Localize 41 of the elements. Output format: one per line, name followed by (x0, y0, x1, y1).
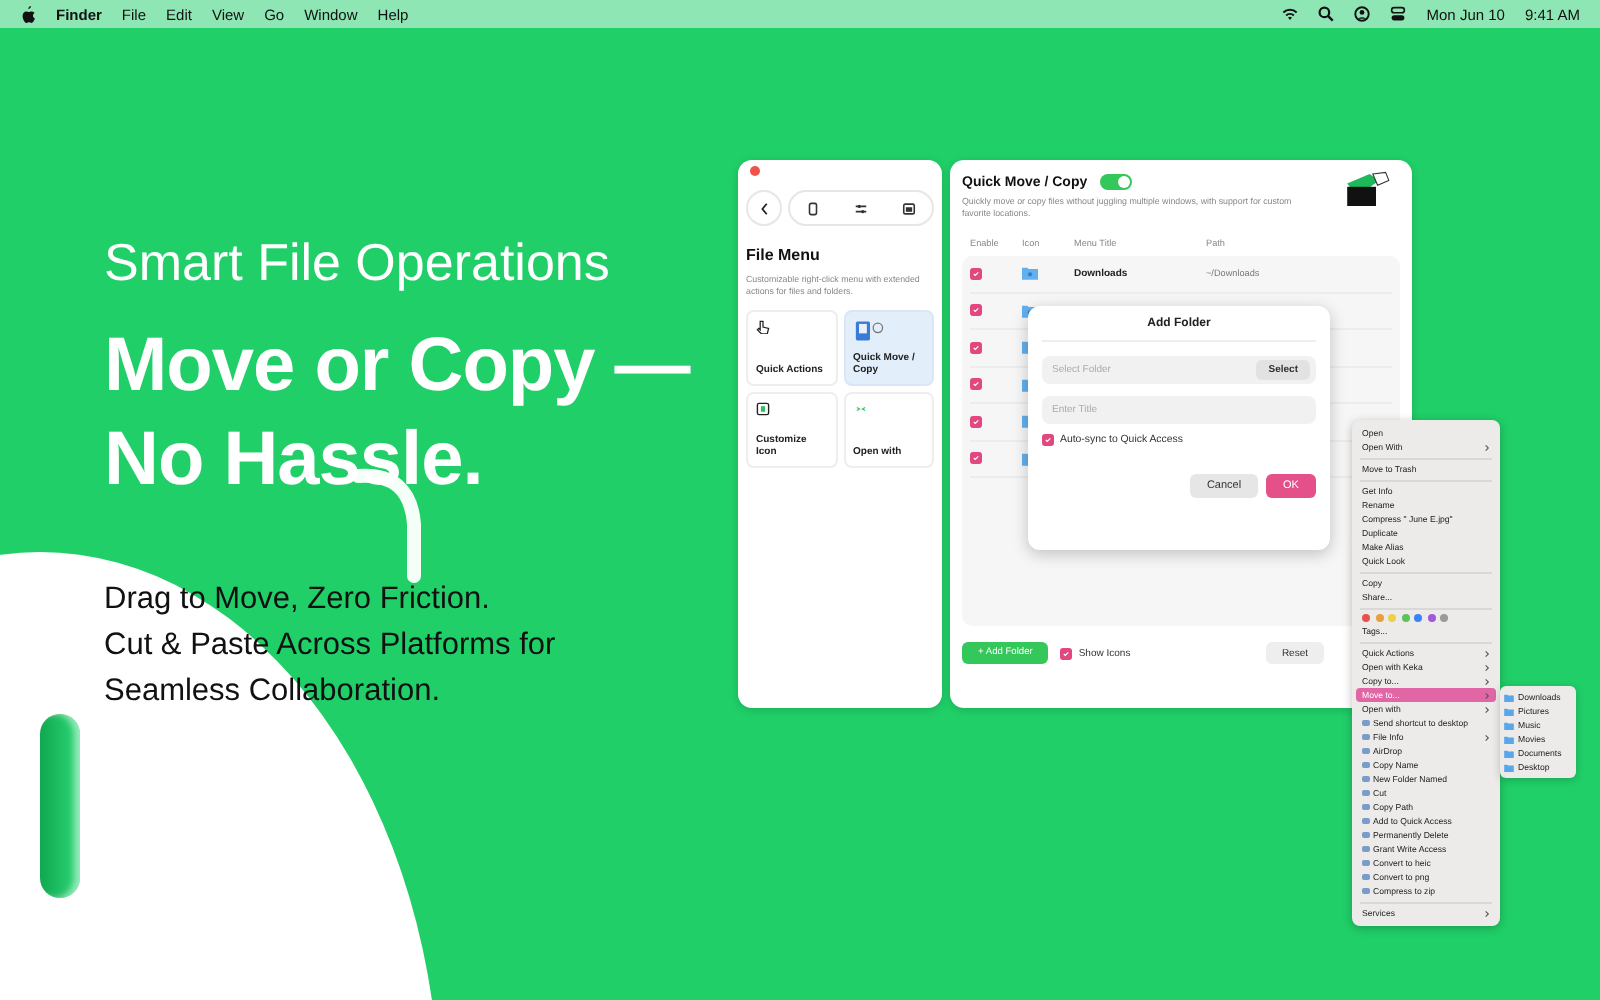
hero-title-line: Move or Copy — (104, 322, 690, 412)
framed-letter-icon (756, 402, 770, 416)
auto-sync-checkbox[interactable] (1042, 434, 1054, 446)
chevron-right-icon (1484, 909, 1490, 917)
chevron-right-icon (1484, 733, 1490, 741)
enable-checkbox[interactable] (970, 378, 982, 391)
hero-title-line: No Hassle. (104, 416, 485, 506)
chevron-left-icon (757, 201, 771, 215)
close-dot-icon[interactable] (750, 166, 760, 176)
tag-dot[interactable] (1362, 614, 1370, 622)
back-button[interactable] (746, 190, 782, 226)
enable-checkbox[interactable] (970, 415, 982, 428)
tag-dot[interactable] (1440, 614, 1448, 622)
arrows-icon (853, 402, 867, 416)
enable-checkbox[interactable] (970, 304, 982, 317)
envelope-folder-drawing (1344, 170, 1392, 210)
tag-dot[interactable] (1427, 614, 1435, 622)
control-center-icon[interactable] (1390, 6, 1407, 22)
tag-dot[interactable] (1414, 614, 1422, 622)
enable-checkbox[interactable] (970, 267, 982, 280)
window-icon[interactable] (901, 201, 916, 215)
user-circle-icon[interactable] (1354, 6, 1371, 22)
phone-icon[interactable] (806, 201, 821, 215)
tag-dot[interactable] (1388, 614, 1396, 622)
search-icon[interactable] (1318, 6, 1335, 22)
pointer-hand-icon (756, 320, 770, 334)
chevron-right-icon (1484, 443, 1490, 451)
folder-icon (1022, 266, 1038, 281)
wifi-icon[interactable] (1282, 6, 1299, 22)
tag-dot[interactable] (1401, 614, 1409, 622)
apple-logo-icon[interactable] (20, 5, 36, 23)
panel-heading: File Menu (746, 246, 822, 264)
enable-checkbox[interactable] (970, 341, 982, 354)
enable-checkbox[interactable] (970, 452, 982, 465)
toggle-switch[interactable] (1099, 174, 1132, 190)
folder-document-icon (853, 320, 885, 342)
sliders-icon[interactable] (853, 201, 868, 215)
hero-subtitle: Smart File Operations (104, 230, 612, 296)
tag-dot[interactable] (1375, 614, 1383, 622)
hero-text-line: Cut & Paste Across Platforms for (104, 626, 558, 666)
show-icons-checkbox[interactable] (1060, 647, 1073, 659)
